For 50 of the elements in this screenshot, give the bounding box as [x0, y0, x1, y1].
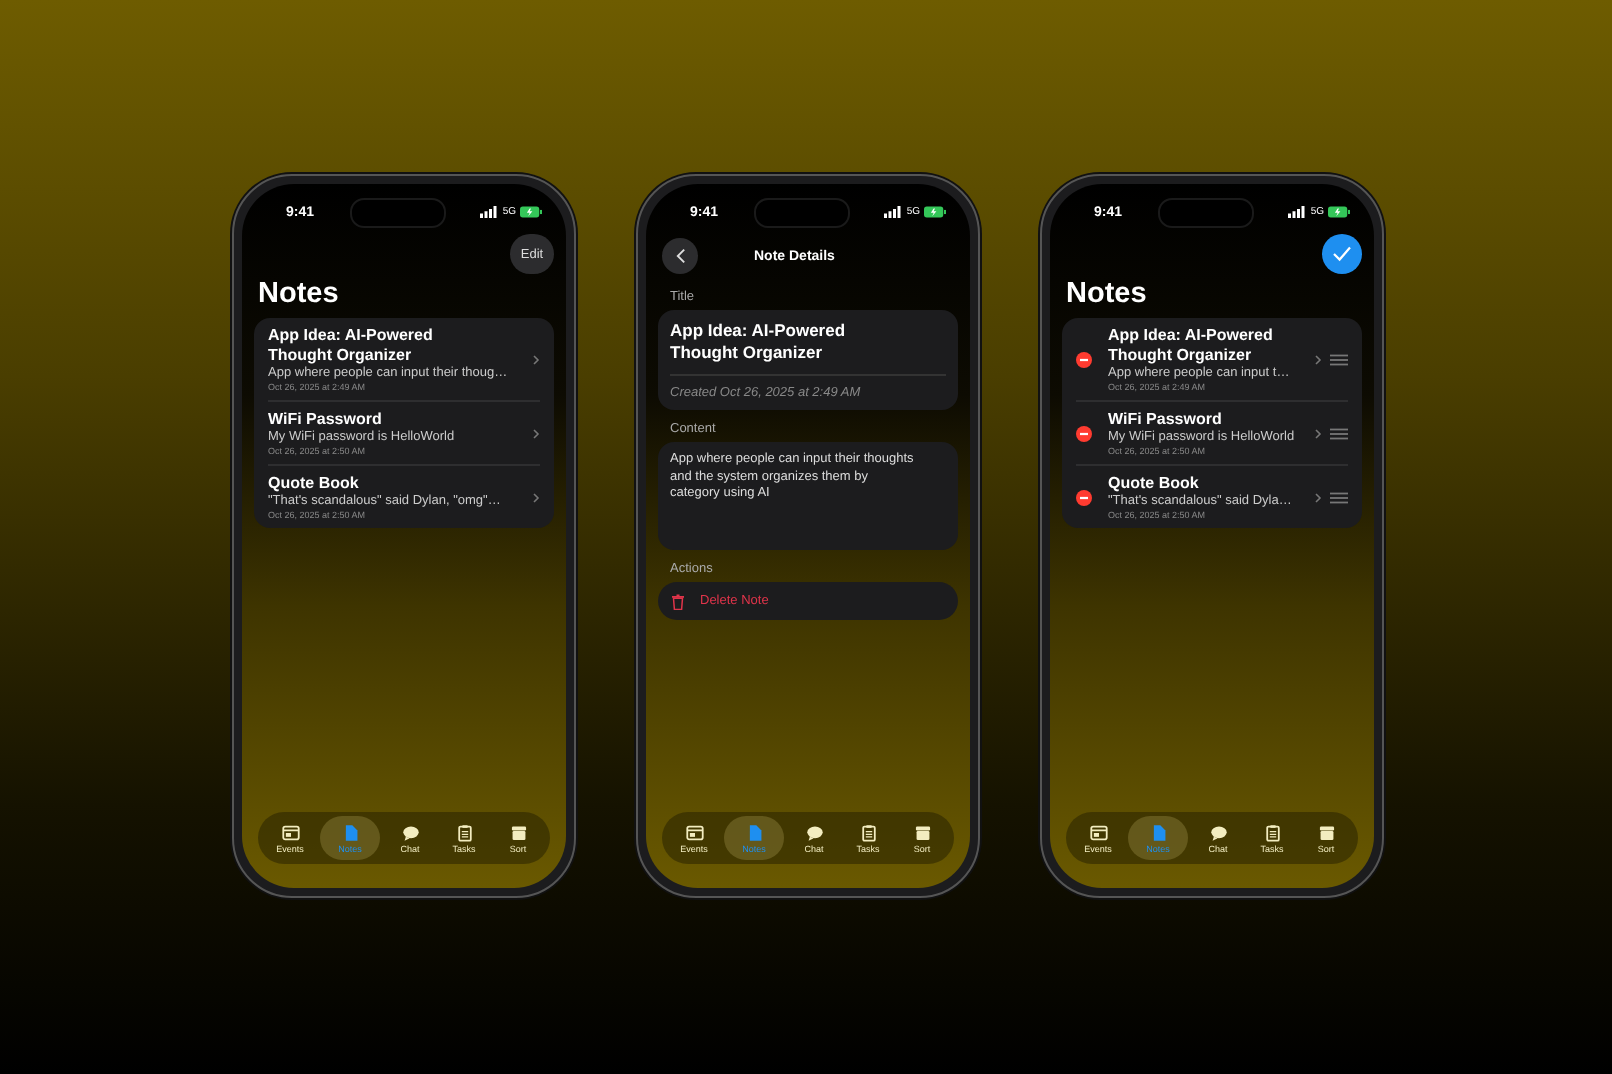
page-title: Notes [258, 278, 341, 310]
delete-minus-icon [1076, 352, 1092, 368]
document-icon [745, 823, 763, 841]
chevron-right-icon [1314, 492, 1322, 504]
document-icon [341, 823, 359, 841]
box-icon [1317, 823, 1335, 841]
delete-minus-icon [1076, 426, 1092, 442]
clipboard-icon [455, 823, 473, 841]
note-title: App Idea: AI-Powered Thought Organizer [1108, 326, 1275, 366]
trash-icon [672, 593, 684, 609]
page-title: Notes [1066, 278, 1149, 310]
box-icon [509, 823, 527, 841]
chat-bubble-icon [805, 823, 823, 841]
drag-handle-icon [1330, 428, 1348, 440]
note-title: Quote Book [268, 474, 361, 494]
signal-icon [480, 206, 499, 218]
drag-handle-icon [1330, 492, 1348, 504]
back-button[interactable] [662, 238, 698, 274]
checkmark-icon [1332, 246, 1352, 262]
calendar-icon [281, 823, 299, 841]
battery-icon [1328, 206, 1350, 218]
chevron-left-icon [675, 248, 685, 264]
chevron-right-icon [532, 354, 540, 366]
note-title: WiFi Password [268, 410, 384, 430]
clipboard-icon [1263, 823, 1281, 841]
document-icon [1149, 823, 1167, 841]
note-title: App Idea: AI-Powered Thought Organizer [670, 320, 946, 376]
dynamic-island [1157, 197, 1254, 227]
chevron-right-icon [1314, 428, 1322, 440]
note-title: Quote Book [1108, 474, 1201, 494]
battery-icon [924, 206, 946, 218]
note-title: App Idea: AI-Powered Thought Organizer [268, 326, 435, 366]
note-title: WiFi Password [1108, 410, 1224, 430]
chat-bubble-icon [401, 823, 419, 841]
clipboard-icon [859, 823, 877, 841]
drag-handle-icon [1330, 354, 1348, 366]
chevron-right-icon [1314, 354, 1322, 366]
chevron-right-icon [532, 428, 540, 440]
calendar-icon [685, 823, 703, 841]
signal-icon [1288, 206, 1307, 218]
signal-icon [884, 206, 903, 218]
delete-minus-icon [1076, 490, 1092, 506]
box-icon [913, 823, 931, 841]
calendar-icon [1089, 823, 1107, 841]
done-button[interactable] [1322, 234, 1362, 274]
chevron-right-icon [532, 492, 540, 504]
chat-bubble-icon [1209, 823, 1227, 841]
dynamic-island [349, 197, 446, 227]
battery-icon [520, 206, 542, 218]
dynamic-island [753, 197, 850, 227]
